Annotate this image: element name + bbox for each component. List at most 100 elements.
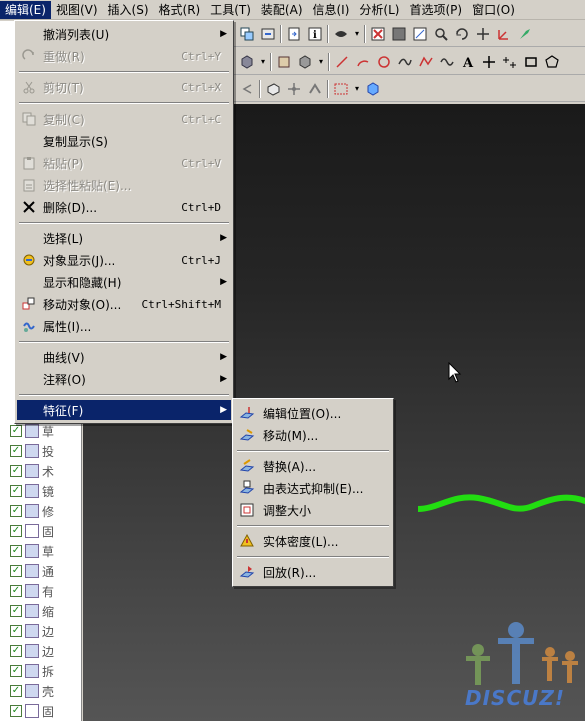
visibility-checkbox[interactable]: ✓	[10, 485, 22, 497]
helix-icon[interactable]	[438, 53, 456, 71]
menu-item-paste-special[interactable]: 选择性粘贴(E)...	[17, 175, 231, 195]
display-mode-icon[interactable]	[332, 25, 350, 43]
visibility-checkbox[interactable]: ✓	[10, 445, 22, 457]
rectangle-icon[interactable]	[522, 53, 540, 71]
refresh-view-icon[interactable]	[259, 25, 277, 43]
pan-icon[interactable]	[474, 25, 492, 43]
brush-icon[interactable]	[516, 25, 534, 43]
navigator-row[interactable]: ✓ 草	[0, 541, 81, 561]
menu-item-move-object[interactable]: 移动对象(O)... Ctrl+Shift+M	[17, 294, 231, 314]
visibility-checkbox[interactable]: ✓	[10, 545, 22, 557]
visibility-checkbox[interactable]: ✓	[10, 645, 22, 657]
constraint-icon[interactable]	[306, 80, 324, 98]
solid-icon[interactable]	[296, 53, 314, 71]
visibility-checkbox[interactable]: ✓	[10, 565, 22, 577]
chevron-down-icon[interactable]: ▾	[353, 80, 361, 98]
navigator-row[interactable]: ✓ 边	[0, 641, 81, 661]
snap-icon[interactable]	[369, 25, 387, 43]
visibility-checkbox[interactable]: ✓	[10, 685, 22, 697]
menu-item-properties[interactable]: 属性(I)...	[17, 316, 231, 336]
rotate-icon[interactable]	[453, 25, 471, 43]
menu-item-paste[interactable]: 粘贴(P) Ctrl+V	[17, 153, 231, 173]
spline-icon[interactable]	[396, 53, 414, 71]
cube-select-icon[interactable]	[364, 80, 382, 98]
selection-box-icon[interactable]	[332, 80, 350, 98]
point-icon[interactable]	[480, 53, 498, 71]
menu-item-object-display[interactable]: 对象显示(J)... Ctrl+J	[17, 250, 231, 270]
submenu-item-solid-density[interactable]: 实体密度(L)...	[235, 531, 391, 551]
circle-icon[interactable]	[375, 53, 393, 71]
line-icon[interactable]	[333, 53, 351, 71]
menu-item-copy[interactable]: 复制(C) Ctrl+C	[17, 109, 231, 129]
copy-view-icon[interactable]	[238, 25, 256, 43]
visibility-checkbox[interactable]: ✓	[10, 705, 22, 717]
visibility-checkbox[interactable]: ✓	[10, 425, 22, 437]
chevron-down-icon[interactable]: ▾	[353, 25, 361, 43]
menu-assembly[interactable]: 装配(A)	[256, 1, 308, 19]
navigator-row[interactable]: ✓ 拆	[0, 661, 81, 681]
menu-item-annotation[interactable]: 注释(O) ▶	[17, 369, 231, 389]
menu-format[interactable]: 格式(R)	[154, 1, 206, 19]
submenu-item-playback[interactable]: 回放(R)...	[235, 562, 391, 582]
menu-item-cut[interactable]: 剪切(T) Ctrl+X	[17, 77, 231, 97]
zoom-icon[interactable]	[432, 25, 450, 43]
info-icon[interactable]: i	[306, 25, 324, 43]
submenu-item-edit-position[interactable]: 编辑位置(O)...	[235, 403, 391, 423]
navigator-row[interactable]: ✓ 有	[0, 581, 81, 601]
visibility-checkbox[interactable]: ✓	[10, 605, 22, 617]
chevron-down-icon[interactable]: ▾	[317, 53, 325, 71]
menu-analysis[interactable]: 分析(L)	[354, 1, 404, 19]
part-icon[interactable]	[275, 53, 293, 71]
fit-icon[interactable]	[411, 25, 429, 43]
visibility-checkbox[interactable]: ✓	[10, 525, 22, 537]
menu-info[interactable]: 信息(I)	[308, 1, 355, 19]
navigator-row[interactable]: ✓ 镜	[0, 481, 81, 501]
navigator-row[interactable]: ✓ 通	[0, 561, 81, 581]
visibility-checkbox[interactable]: ✓	[10, 585, 22, 597]
chevron-down-icon[interactable]: ▾	[259, 53, 267, 71]
menu-preferences[interactable]: 首选项(P)	[404, 1, 467, 19]
menu-item-feature[interactable]: 特征(F) ▶	[17, 400, 231, 420]
visibility-checkbox[interactable]: ✓	[10, 625, 22, 637]
navigator-row[interactable]: ✓ 投	[0, 441, 81, 461]
wcs-icon[interactable]	[495, 25, 513, 43]
menu-item-curve[interactable]: 曲线(V) ▶	[17, 347, 231, 367]
submenu-item-move[interactable]: 移动(M)...	[235, 425, 391, 445]
block-icon[interactable]	[238, 53, 256, 71]
visibility-checkbox[interactable]: ✓	[10, 465, 22, 477]
submenu-item-suppress-by-expression[interactable]: 由表达式抑制(E)...	[235, 478, 391, 498]
export-icon[interactable]	[285, 25, 303, 43]
menu-item-delete[interactable]: 删除(D)... Ctrl+D	[17, 197, 231, 217]
polygon-icon[interactable]	[543, 53, 561, 71]
polyline-icon[interactable]	[417, 53, 435, 71]
point-set-icon[interactable]	[501, 53, 519, 71]
text-icon[interactable]: A	[459, 53, 477, 71]
arc-icon[interactable]	[354, 53, 372, 71]
navigator-row[interactable]: ✓ 草	[0, 421, 81, 441]
view-cube-icon[interactable]	[264, 80, 282, 98]
visibility-checkbox[interactable]: ✓	[10, 505, 22, 517]
menu-item-select[interactable]: 选择(L) ▶	[17, 228, 231, 248]
menu-edit[interactable]: 编辑(E)	[0, 0, 51, 19]
navigator-row[interactable]: ✓ 边	[0, 621, 81, 641]
submenu-item-resize[interactable]: 调整大小	[235, 500, 391, 520]
submenu-item-replace[interactable]: 替换(A)...	[235, 456, 391, 476]
menu-item-redo[interactable]: 重做(R) Ctrl+Y	[17, 46, 231, 66]
undo-arrow-icon[interactable]	[238, 80, 256, 98]
menu-tools[interactable]: 工具(T)	[205, 1, 256, 19]
navigator-row[interactable]: ✓ 壳	[0, 681, 81, 701]
menu-item-undo-list[interactable]: 撤消列表(U) ▶	[17, 24, 231, 44]
menu-view[interactable]: 视图(V)	[51, 1, 103, 19]
menu-window[interactable]: 窗口(O)	[467, 1, 520, 19]
menu-item-show-hide[interactable]: 显示和隐藏(H) ▶	[17, 272, 231, 292]
spline-curve[interactable]	[418, 484, 585, 524]
menu-insert[interactable]: 插入(S)	[103, 1, 154, 19]
navigator-row[interactable]: ✓ 术	[0, 461, 81, 481]
navigator-row[interactable]: ✓ 缩	[0, 601, 81, 621]
menu-item-copy-display[interactable]: 复制显示(S)	[17, 131, 231, 151]
shaded-icon[interactable]	[390, 25, 408, 43]
navigator-row[interactable]: ✓ 固	[0, 701, 81, 721]
snap-point-icon[interactable]	[285, 80, 303, 98]
navigator-row[interactable]: ✓ 修	[0, 501, 81, 521]
navigator-row[interactable]: ✓ 固	[0, 521, 81, 541]
